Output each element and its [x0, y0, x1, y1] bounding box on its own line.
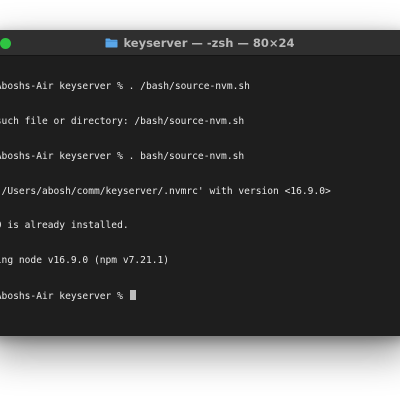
terminal-prompt-line: @Aboshs-Air keyserver %: [0, 289, 331, 302]
folder-icon: [105, 38, 118, 48]
terminal-output-area[interactable]: @Aboshs-Air keyserver % . /bash/source-n…: [0, 56, 400, 336]
terminal-line: @Aboshs-Air keyserver % . bash/source-nv…: [0, 150, 245, 162]
terminal-line: @Aboshs-Air keyserver % . /bash/source-n…: [0, 81, 250, 93]
terminal-line: .0 is already installed.: [0, 220, 129, 232]
terminal-window: keyserver — -zsh — 80×24 @Aboshs-Air key…: [0, 30, 400, 336]
terminal-prompt: @Aboshs-Air keyserver %: [0, 290, 129, 302]
text-cursor: [129, 289, 136, 300]
terminal-line: '/Users/abosh/comm/keyserver/.nvmrc' wit…: [0, 185, 331, 197]
title-bar[interactable]: keyserver — -zsh — 80×24: [0, 30, 400, 56]
window-title: keyserver — -zsh — 80×24: [123, 35, 295, 50]
window-title-group: keyserver — -zsh — 80×24: [0, 30, 400, 55]
screenshot-stage: keyserver — -zsh — 80×24 @Aboshs-Air key…: [0, 0, 400, 400]
terminal-lines: @Aboshs-Air keyserver % . /bash/source-n…: [0, 58, 331, 325]
terminal-line: such file or directory: /bash/source-nvm…: [0, 115, 245, 127]
terminal-line: sing node v16.9.0 (npm v7.21.1): [0, 255, 170, 267]
